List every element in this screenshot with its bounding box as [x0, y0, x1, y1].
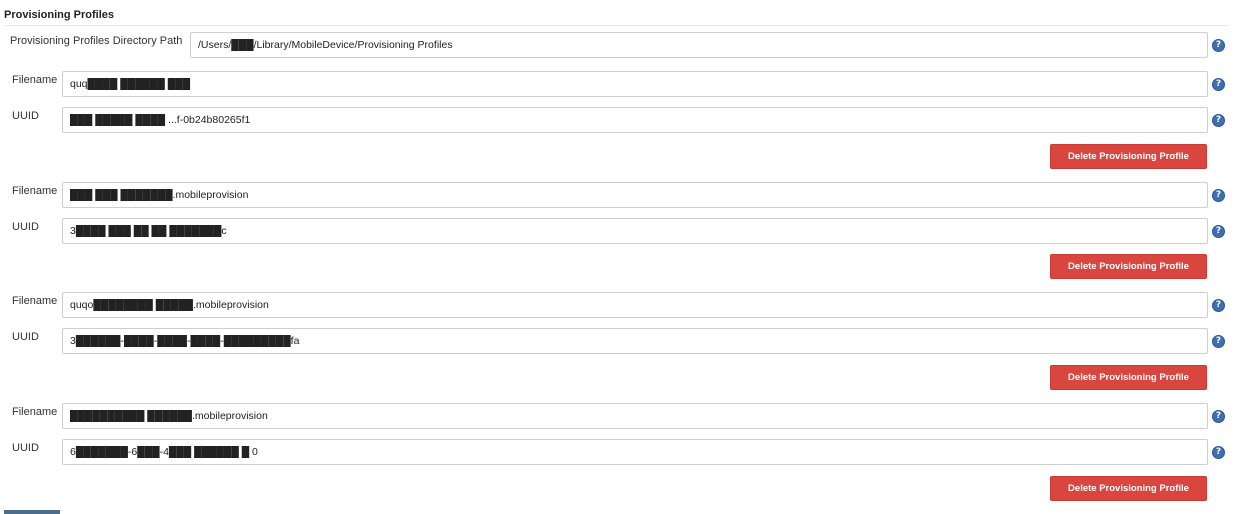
uuid-label: UUID	[12, 442, 39, 454]
directory-path-input[interactable]	[190, 32, 1208, 58]
delete-profile-button[interactable]: Delete Provisioning Profile	[1050, 476, 1207, 501]
profile-2-uuid-row: UUID ?	[0, 218, 1240, 246]
help-icon[interactable]: ?	[1212, 39, 1225, 52]
profile-4-uuid-row: UUID ?	[0, 439, 1240, 467]
filename-input[interactable]	[62, 403, 1208, 429]
uuid-input[interactable]	[62, 107, 1208, 133]
uuid-input[interactable]	[62, 439, 1208, 465]
delete-profile-button[interactable]: Delete Provisioning Profile	[1050, 144, 1207, 169]
filename-input[interactable]	[62, 292, 1208, 318]
help-icon[interactable]: ?	[1212, 114, 1225, 127]
uuid-label: UUID	[12, 110, 39, 122]
delete-profile-button[interactable]: Delete Provisioning Profile	[1050, 365, 1207, 390]
help-icon[interactable]: ?	[1212, 446, 1225, 459]
profile-2-filename-row: Filename ?	[0, 182, 1240, 210]
filename-label: Filename	[12, 74, 58, 86]
directory-label: Provisioning Profiles Directory Path	[10, 35, 183, 47]
help-icon[interactable]: ?	[1212, 410, 1225, 423]
profile-1-uuid-row: UUID ?	[0, 107, 1240, 135]
section-header: Provisioning Profiles	[4, 8, 1228, 26]
help-icon[interactable]: ?	[1212, 189, 1225, 202]
directory-row: Provisioning Profiles Directory Path ?	[0, 32, 1240, 60]
section-title: Provisioning Profiles	[4, 9, 115, 21]
filename-label: Filename	[12, 185, 58, 197]
filename-input[interactable]	[62, 182, 1208, 208]
uuid-input[interactable]	[62, 218, 1208, 244]
filename-label: Filename	[12, 406, 58, 418]
uuid-input[interactable]	[62, 328, 1208, 354]
help-icon[interactable]: ?	[1212, 335, 1225, 348]
profile-3-uuid-row: UUID ?	[0, 328, 1240, 356]
help-icon[interactable]: ?	[1212, 225, 1225, 238]
filename-input[interactable]	[62, 71, 1208, 97]
filename-label: Filename	[12, 295, 58, 307]
help-icon[interactable]: ?	[1212, 78, 1225, 91]
profile-3-filename-row: Filename ?	[0, 292, 1240, 320]
help-icon[interactable]: ?	[1212, 299, 1225, 312]
profile-4-filename-row: Filename ?	[0, 403, 1240, 431]
partial-button[interactable]	[4, 510, 60, 514]
uuid-label: UUID	[12, 221, 39, 233]
uuid-label: UUID	[12, 331, 39, 343]
profile-1-filename-row: Filename ?	[0, 71, 1240, 99]
delete-profile-button[interactable]: Delete Provisioning Profile	[1050, 254, 1207, 279]
